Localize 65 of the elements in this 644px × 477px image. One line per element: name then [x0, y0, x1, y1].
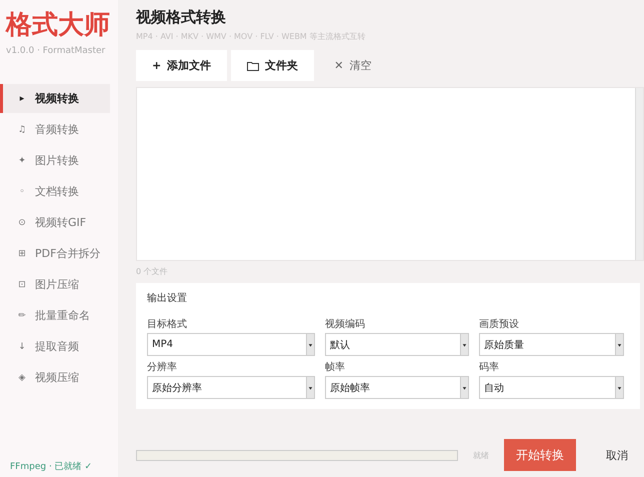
add-file-button[interactable]: + 添加文件 [136, 50, 228, 81]
menu-item-icon: ↓ [17, 342, 27, 352]
field-label: 码率 [479, 360, 500, 374]
select-field[interactable]: 原始分辨率 [147, 376, 315, 399]
sidebar-item[interactable]: ◦ 文档转换 [0, 177, 110, 206]
dropdown-icon [460, 377, 468, 398]
field-label: 视频编码 [325, 318, 366, 331]
sidebar-item-label: 图片压缩 [35, 277, 79, 292]
sidebar-item-label: 音频转换 [35, 122, 79, 137]
select-field[interactable]: 自动 [479, 376, 624, 399]
sidebar-item-label: 视频压缩 [35, 370, 79, 385]
folder-button[interactable]: 文件夹 [231, 50, 314, 81]
ffmpeg-status: FFmpeg · 已就绪 ✓ [9, 460, 94, 473]
select-field[interactable]: MP4 [147, 333, 315, 356]
select-field[interactable]: 原始帧率 [325, 376, 469, 399]
dropdown-icon [306, 334, 314, 355]
app-version: v1.0.0 · FormatMaster [5, 46, 106, 56]
sidebar-item-label: 提取音频 [35, 339, 79, 354]
sidebar-item[interactable]: ↓ 提取音频 [0, 332, 110, 361]
menu-item-icon: ⊡ [17, 280, 27, 290]
menu-item-icon: ✦ [17, 156, 27, 166]
menu-item-icon: ⊙ [17, 218, 27, 228]
dropdown-icon [615, 377, 623, 398]
file-list[interactable] [136, 87, 644, 261]
sidebar-item-label: 视频转换 [35, 91, 79, 106]
sidebar-item-label: 文档转换 [35, 184, 79, 199]
progress-status: 就绪 [472, 450, 490, 460]
start-button[interactable]: 开始转换 [504, 439, 576, 471]
sidebar-item-label: 批量重命名 [35, 308, 90, 323]
close-icon: ✕ [334, 59, 344, 72]
field-label: 画质预设 [479, 318, 520, 331]
menu-item-icon: ◈ [17, 372, 27, 382]
sidebar-item-label: 图片转换 [35, 153, 79, 168]
sidebar-item[interactable]: ⊡ 图片压缩 [0, 270, 110, 299]
sidebar-item[interactable]: ◈ 视频压缩 [0, 363, 110, 392]
sidebar-item-label: PDF合并拆分 [35, 246, 100, 261]
menu-item-icon: ✏ [17, 310, 27, 320]
sidebar-item[interactable]: ⊞ PDF合并拆分 [0, 239, 110, 268]
sidebar-item-label: 视频转GIF [35, 215, 86, 230]
field-label: 分辨率 [147, 360, 178, 374]
sidebar-item[interactable]: ✏ 批量重命名 [0, 301, 110, 330]
scrollbar[interactable] [635, 88, 643, 260]
select-field[interactable]: 默认 [325, 333, 469, 356]
folder-icon [247, 60, 260, 70]
cancel-button[interactable]: 取消 [600, 446, 634, 464]
dropdown-icon [460, 334, 468, 355]
menu-item-icon: ▸ [17, 94, 27, 104]
page-title: 视频格式转换 [136, 8, 227, 27]
menu-item-icon: ♫ [17, 124, 27, 134]
plus-icon: + [152, 59, 162, 72]
dropdown-icon [615, 334, 623, 355]
menu-item-icon: ⊞ [17, 248, 27, 258]
menu-item-icon: ◦ [17, 186, 27, 196]
sidebar-item[interactable]: ⊙ 视频转GIF [0, 208, 110, 237]
field-label: 目标格式 [147, 318, 188, 331]
dropdown-icon [306, 377, 314, 398]
sidebar-item[interactable]: ▸ 视频转换 [0, 84, 110, 113]
app-logo: 格式大师 [4, 9, 111, 42]
sidebar-item[interactable]: ✦ 图片转换 [0, 146, 110, 175]
sidebar-item[interactable]: ♫ 音频转换 [0, 115, 110, 144]
field-label: 帧率 [325, 360, 346, 374]
file-count: 0 个文件 [136, 266, 169, 277]
settings-title: 输出设置 [147, 292, 188, 305]
clear-button[interactable]: ✕ 清空 [318, 50, 388, 81]
select-field[interactable]: 原始质量 [479, 333, 624, 356]
